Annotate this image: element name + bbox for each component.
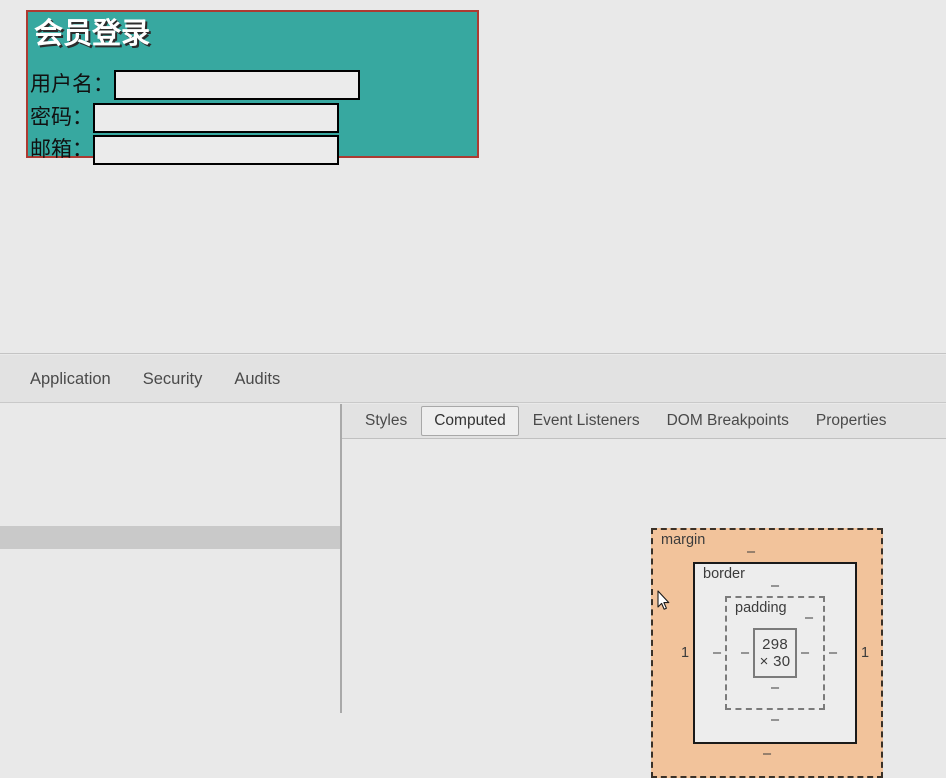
login-form: 会员登录 用户名： 密码： 邮箱： <box>26 10 479 165</box>
subtab-dom-breakpoints[interactable]: DOM Breakpoints <box>654 406 802 436</box>
box-model-border-label: border <box>703 566 745 582</box>
tab-security[interactable]: Security <box>127 356 219 402</box>
border-left-value[interactable]: – <box>709 645 725 661</box>
form-row-email: 邮箱： <box>28 134 339 166</box>
margin-left-value[interactable]: 1 <box>677 645 693 661</box>
username-label: 用户名： <box>30 73 114 96</box>
email-label: 邮箱： <box>30 138 93 161</box>
subtab-properties[interactable]: Properties <box>803 406 900 436</box>
form-row-username: 用户名： <box>28 69 360 101</box>
username-input[interactable] <box>114 70 360 100</box>
browser-viewport: 会员登录 用户名： 密码： 邮箱： <box>0 0 946 354</box>
dom-tree-pane[interactable] <box>0 404 342 713</box>
box-model-diagram: margin – 1 border – – padding – – 298 × … <box>651 528 883 778</box>
devtools-body: Styles Computed Event Listeners DOM Brea… <box>0 404 946 778</box>
email-input[interactable] <box>93 135 339 165</box>
box-model-margin[interactable]: margin – 1 border – – padding – – 298 × … <box>651 528 883 778</box>
password-input[interactable] <box>93 103 339 133</box>
box-model-margin-label: margin <box>661 532 706 548</box>
password-label: 密码： <box>30 106 93 129</box>
padding-bottom-value[interactable]: – <box>737 680 813 696</box>
box-model-content-size[interactable]: 298 × 30 <box>753 628 798 678</box>
form-title: 会员登录 <box>34 18 151 50</box>
subtab-styles[interactable]: Styles <box>352 406 420 436</box>
border-bottom-value[interactable]: – <box>709 712 841 728</box>
box-model-padding[interactable]: padding – – 298 × 30 – – <box>725 596 826 710</box>
devtools-toolbar: Application Security Audits <box>0 355 946 403</box>
padding-right-value[interactable]: – <box>797 645 813 661</box>
box-model-border[interactable]: border – – padding – – 298 × 30 – – – – <box>693 562 858 744</box>
styles-sidebar-pane: Styles Computed Event Listeners DOM Brea… <box>342 404 946 778</box>
border-right-value[interactable]: – <box>825 645 841 661</box>
box-model-padding-label: padding <box>735 600 787 616</box>
padding-left-value[interactable]: – <box>737 645 753 661</box>
tab-audits[interactable]: Audits <box>218 356 296 402</box>
subtab-computed[interactable]: Computed <box>421 406 519 436</box>
form-row-password: 密码： <box>28 102 339 134</box>
sidebar-tabbar: Styles Computed Event Listeners DOM Brea… <box>342 404 946 439</box>
margin-bottom-value[interactable]: – <box>677 746 857 762</box>
margin-right-value[interactable]: 1 <box>857 645 873 661</box>
devtools-panel: Application Security Audits Styles Compu… <box>0 355 946 778</box>
subtab-event-listeners[interactable]: Event Listeners <box>520 406 653 436</box>
dom-tree-selected-row[interactable] <box>0 526 340 549</box>
tab-application[interactable]: Application <box>14 356 127 402</box>
